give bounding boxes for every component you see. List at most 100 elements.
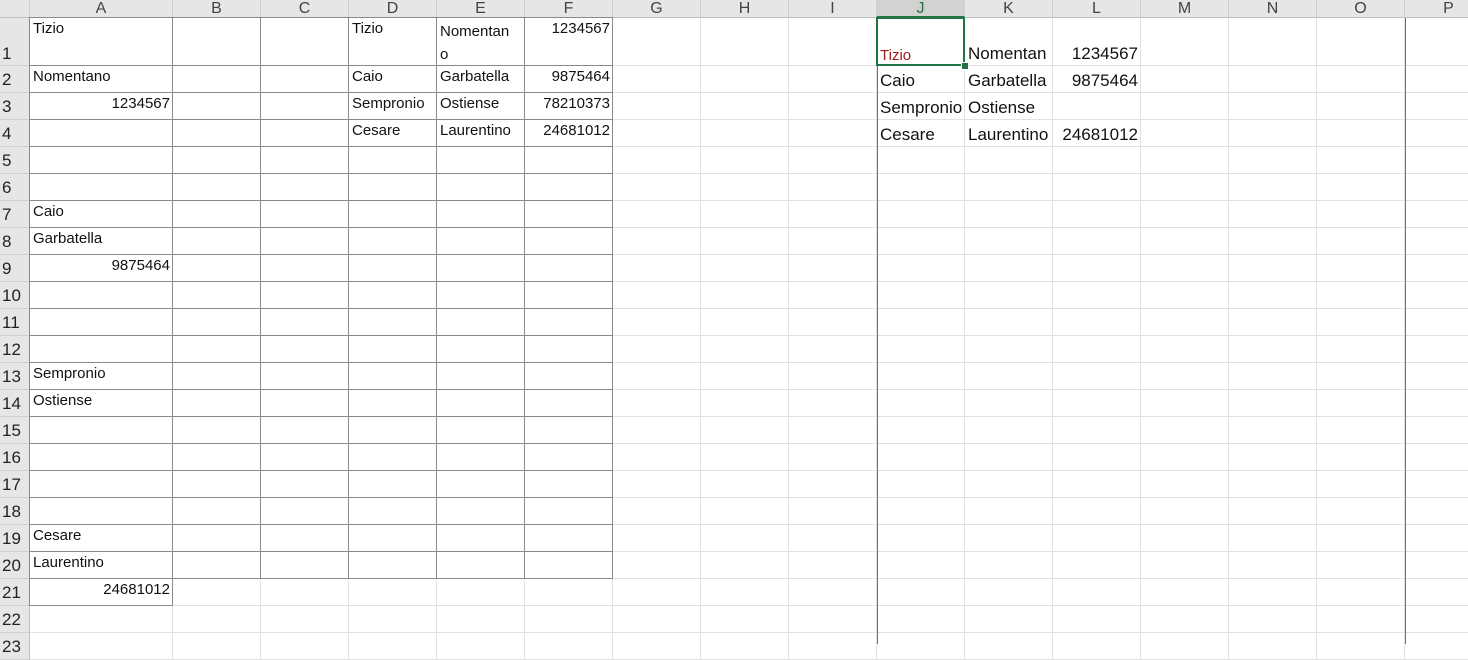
cell[interactable] (877, 174, 965, 201)
cell[interactable] (1405, 363, 1468, 390)
column-header-g[interactable]: G (613, 0, 701, 18)
column-header-a[interactable]: A (30, 0, 173, 18)
column-header-l[interactable]: L (1053, 0, 1141, 18)
column-header-f[interactable]: F (525, 0, 613, 18)
cell[interactable] (1053, 147, 1141, 174)
cell[interactable] (877, 525, 965, 552)
cell[interactable] (1405, 147, 1468, 174)
cell[interactable] (1141, 390, 1229, 417)
cell-e1[interactable]: Nomentan o (437, 18, 525, 66)
cell[interactable] (613, 174, 701, 201)
cell[interactable] (349, 633, 437, 660)
cell[interactable] (965, 390, 1053, 417)
column-header-b[interactable]: B (173, 0, 261, 18)
cell[interactable] (1141, 633, 1229, 660)
cell[interactable] (1317, 552, 1405, 579)
column-header-c[interactable]: C (261, 0, 349, 18)
cell[interactable] (1405, 579, 1468, 606)
cell[interactable] (1229, 552, 1317, 579)
cell[interactable] (789, 579, 877, 606)
cell[interactable] (965, 282, 1053, 309)
cell[interactable] (1405, 552, 1468, 579)
cell-j3[interactable]: Sempronio (877, 93, 965, 120)
cell[interactable] (613, 444, 701, 471)
cell[interactable] (965, 444, 1053, 471)
column-header-o[interactable]: O (1317, 0, 1405, 18)
cell[interactable] (701, 309, 789, 336)
cell-k1[interactable]: Nomentan (965, 18, 1053, 66)
cell[interactable] (965, 498, 1053, 525)
row-header-11[interactable]: 11 (0, 309, 30, 336)
cell[interactable] (1229, 606, 1317, 633)
cell[interactable] (1053, 363, 1141, 390)
column-header-d[interactable]: D (349, 0, 437, 18)
cell[interactable] (701, 633, 789, 660)
cell[interactable] (965, 336, 1053, 363)
cell[interactable] (1053, 228, 1141, 255)
select-all-corner[interactable] (0, 0, 30, 18)
row-header-3[interactable]: 3 (0, 93, 30, 120)
cell-k4[interactable]: Laurentino (965, 120, 1053, 147)
cell[interactable] (613, 471, 701, 498)
cell[interactable] (965, 228, 1053, 255)
cell[interactable] (701, 471, 789, 498)
cell[interactable] (701, 525, 789, 552)
cell[interactable] (789, 201, 877, 228)
cell[interactable] (965, 417, 1053, 444)
cell[interactable] (1229, 255, 1317, 282)
cell[interactable] (1141, 18, 1229, 66)
cell[interactable] (1317, 174, 1405, 201)
cell[interactable] (1317, 282, 1405, 309)
cell[interactable] (877, 201, 965, 228)
cell[interactable] (613, 228, 701, 255)
cell[interactable] (1053, 255, 1141, 282)
cell-d4[interactable]: Cesare (349, 120, 437, 147)
cell[interactable] (877, 147, 965, 174)
cell[interactable] (1317, 363, 1405, 390)
cell[interactable] (261, 606, 349, 633)
row-header-9[interactable]: 9 (0, 255, 30, 282)
cell[interactable] (877, 255, 965, 282)
cell[interactable] (1053, 282, 1141, 309)
column-header-k[interactable]: K (965, 0, 1053, 18)
cell-d2[interactable]: Caio (349, 66, 437, 93)
cell[interactable] (1053, 93, 1141, 120)
cell[interactable] (437, 606, 525, 633)
cell[interactable] (877, 633, 965, 660)
cell[interactable] (789, 444, 877, 471)
cell[interactable] (701, 390, 789, 417)
cell[interactable] (613, 552, 701, 579)
cell[interactable] (789, 93, 877, 120)
cell[interactable] (1405, 498, 1468, 525)
cell[interactable] (613, 390, 701, 417)
cell[interactable] (1317, 228, 1405, 255)
cell[interactable] (173, 633, 261, 660)
cell[interactable] (349, 579, 437, 606)
cell[interactable] (701, 66, 789, 93)
cell[interactable] (701, 255, 789, 282)
cell[interactable] (261, 579, 349, 606)
cell[interactable] (789, 309, 877, 336)
cell[interactable] (789, 390, 877, 417)
cell[interactable] (1405, 633, 1468, 660)
cell[interactable] (613, 579, 701, 606)
cell[interactable] (789, 525, 877, 552)
cell[interactable] (1229, 498, 1317, 525)
cell[interactable] (1141, 93, 1229, 120)
cell-f1[interactable]: 1234567 (525, 18, 613, 66)
cell[interactable] (1229, 444, 1317, 471)
cell[interactable] (613, 18, 701, 66)
cell[interactable] (965, 471, 1053, 498)
cell[interactable] (701, 282, 789, 309)
cell[interactable] (877, 363, 965, 390)
cell[interactable] (1229, 93, 1317, 120)
cell[interactable] (701, 147, 789, 174)
cell[interactable] (1229, 174, 1317, 201)
column-header-p[interactable]: P (1405, 0, 1468, 18)
cell-a8[interactable]: Garbatella (30, 228, 173, 255)
cell[interactable] (789, 471, 877, 498)
cell[interactable] (1229, 417, 1317, 444)
column-header-e[interactable]: E (437, 0, 525, 18)
cell[interactable] (1229, 147, 1317, 174)
cell[interactable] (965, 525, 1053, 552)
